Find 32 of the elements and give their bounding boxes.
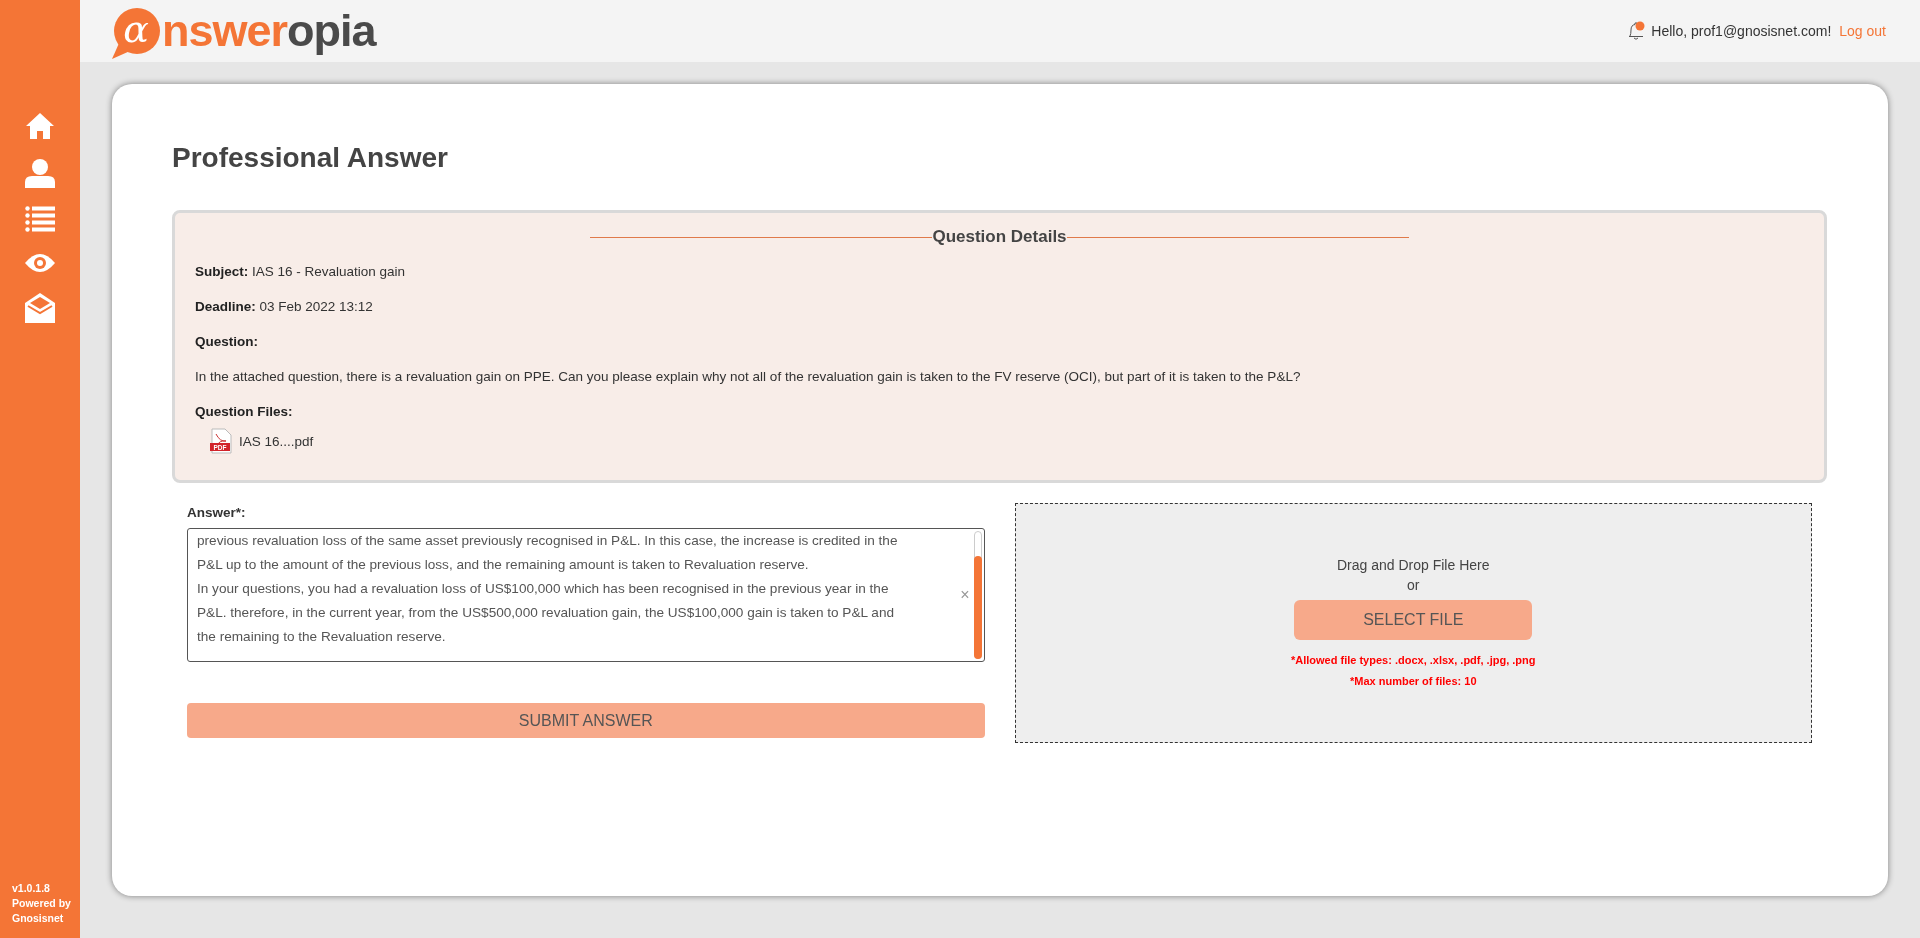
section-title: Question Details — [932, 227, 1067, 247]
home-icon[interactable] — [25, 112, 55, 140]
file-link[interactable]: IAS 16....pdf — [239, 433, 314, 449]
page-title: Professional Answer — [172, 142, 449, 174]
bell-icon[interactable] — [1627, 21, 1646, 41]
select-file-button[interactable]: SELECT FILE — [1294, 600, 1533, 640]
user-icon[interactable] — [25, 158, 55, 188]
upload-note: *Allowed file types: .docx, .xlsx, .pdf, .jpg, .png — [1291, 653, 1536, 668]
version-text: v1.0.1.8 — [12, 881, 51, 896]
powered-by-text: Powered by Gnosisnet — [12, 896, 72, 926]
question-text: In the attached question, there is a revaluation gain on PPE. Can you please explain why not all of the revaluation gain is taken to the FV reserve (OCI), but part of it is taken to the P&L? — [195, 368, 1302, 386]
list-icon[interactable] — [25, 206, 55, 233]
or-text: or — [1407, 576, 1420, 595]
drop-text: Drag and Drop File Here — [1337, 556, 1490, 575]
file-drop-zone[interactable]: Drag and Drop File Here or SELECT FILE *Allowed file types: .docx, .xlsx, .pdf, .jpg, .png *Max number of files: 10 — [1014, 503, 1812, 743]
logo-text: nswer — [162, 6, 288, 56]
envelope-icon[interactable] — [25, 293, 55, 323]
detail-text: Deadline: 03 Feb 2022 13:12 — [195, 298, 374, 316]
clear-button[interactable]: × — [960, 583, 970, 607]
logo-mark: α — [110, 7, 162, 59]
question-files-label: Question Files: — [195, 403, 294, 421]
question-label: Question: — [195, 333, 259, 351]
eye-icon[interactable] — [25, 251, 55, 275]
logo-text: opia — [287, 6, 376, 56]
answer-field[interactable]: previous revaluation loss of the same asset previously recognised in P&L. In this case, the increase is credited in the P&L up to the amount of the previous loss, and the remaining amount is taken to Revaluation reserve. In your questions, you had a revaluation loss of US$100,000 which has been recognised in the previous year in the P&L. therefore, in the current year, from the US$500,000 revaluation gain, the US$100,000 gain is taken to P&L and the remaining to the Revaluation reserve. × — [187, 528, 985, 662]
answer-label: Answer*: — [187, 505, 247, 520]
submit-answer-button[interactable]: SUBMIT ANSWER — [187, 703, 985, 738]
detail-text: Subject: IAS 16 - Revaluation gain — [195, 263, 407, 281]
scrollbar[interactable] — [973, 531, 982, 659]
logout-link[interactable]: Log out — [1839, 23, 1886, 39]
upload-note: *Max number of files: 10 — [1349, 674, 1477, 689]
greeting-text: Hello, prof1@gnosisnet.com! — [1651, 23, 1832, 39]
